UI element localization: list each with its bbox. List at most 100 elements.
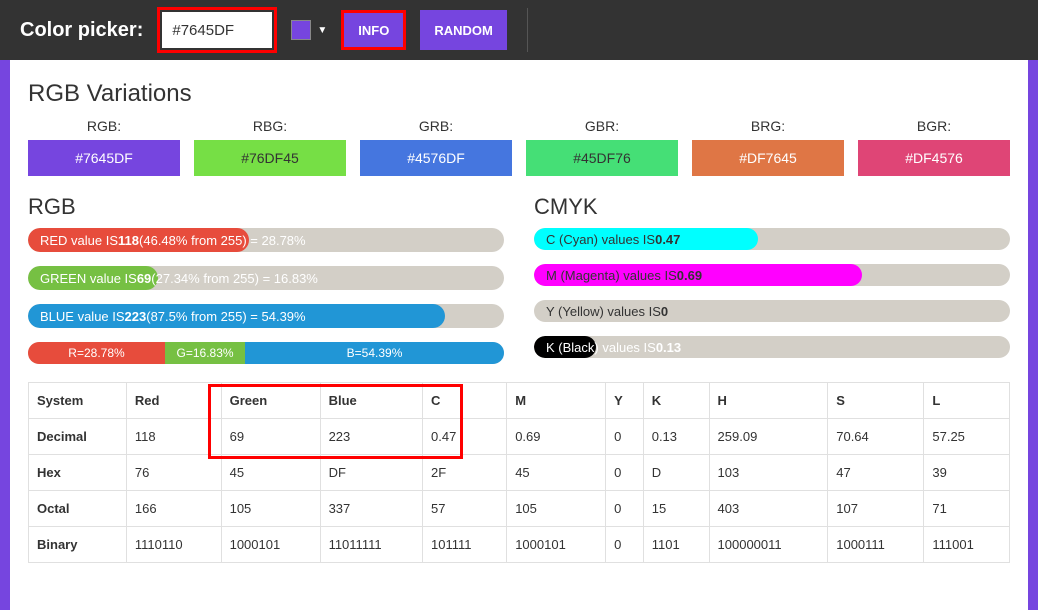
table-cell: 107 — [828, 491, 924, 527]
variation-rgb: RGB: #7645DF — [28, 118, 180, 176]
table-cell: 2F — [423, 455, 507, 491]
table-header: Green — [221, 383, 320, 419]
rgb-composite-bar: R=28.78%G=16.83%B=54.39% — [28, 342, 504, 364]
table-cell: 45 — [507, 455, 606, 491]
table-cell: 0 — [606, 455, 644, 491]
table-cell: 11011111 — [320, 527, 422, 563]
dropdown-triangle-icon: ▼ — [317, 25, 327, 36]
table-cell: 111001 — [924, 527, 1010, 563]
variation-chip[interactable]: #DF7645 — [692, 140, 844, 176]
cmyk-bar: M (Magenta) values IS 0.69 — [534, 264, 1010, 286]
table-cell: 1000111 — [828, 527, 924, 563]
table-cell: 0 — [606, 491, 644, 527]
table-cell: 1000101 — [507, 527, 606, 563]
table-header: Red — [126, 383, 221, 419]
info-button[interactable]: INFO — [341, 10, 406, 50]
rgb-composite-segment: G=16.83% — [165, 342, 245, 364]
table-cell: 337 — [320, 491, 422, 527]
brand-label: Color picker: — [20, 19, 143, 42]
top-bar: Color picker: ▼ INFO RANDOM — [0, 0, 1038, 60]
variation-label: GBR: — [585, 118, 619, 134]
table-cell: 1110110 — [126, 527, 221, 563]
rgb-cmyk-columns: RGB RED value IS 118 (46.48% from 255) =… — [28, 194, 1010, 378]
table-row: Decimal118692230.470.6900.13259.0970.645… — [29, 419, 1010, 455]
table-cell: 403 — [709, 491, 828, 527]
table-header: S — [828, 383, 924, 419]
variation-rbg: RBG:#76DF45 — [194, 118, 346, 176]
variations-title: RGB Variations — [28, 80, 1010, 108]
table-row-header: Hex — [29, 455, 127, 491]
table-cell: 103 — [709, 455, 828, 491]
table-cell: 100000011 — [709, 527, 828, 563]
table-header: H — [709, 383, 828, 419]
variation-label: GRB: — [419, 118, 453, 134]
variation-grb: GRB: #4576DF — [360, 118, 512, 176]
table-cell: 0.69 — [507, 419, 606, 455]
table-cell: 0.13 — [643, 419, 709, 455]
variation-chip[interactable]: #45DF76 — [526, 140, 678, 176]
variation-chip[interactable]: #7645DF — [28, 140, 180, 176]
rgb-composite-segment: B=54.39% — [245, 342, 504, 364]
color-swatch-dropdown[interactable]: ▼ — [291, 20, 327, 40]
table-cell: 71 — [924, 491, 1010, 527]
random-button[interactable]: RANDOM — [420, 10, 507, 50]
table-cell: 69 — [221, 419, 320, 455]
hex-input-highlight — [157, 7, 277, 53]
variation-chip[interactable]: #4576DF — [360, 140, 512, 176]
cmyk-bar: Y (Yellow) values IS 0 — [534, 300, 1010, 322]
color-values-table: SystemRedGreenBlueCMYKHSLDecimal11869223… — [28, 382, 1010, 563]
rgb-bar: RED value IS 118 (46.48% from 255) = 28.… — [28, 228, 504, 252]
table-cell: 57 — [423, 491, 507, 527]
table-header: Y — [606, 383, 644, 419]
variation-label: BGR: — [917, 118, 951, 134]
table-cell: 0.47 — [423, 419, 507, 455]
accent-stripe-right — [1028, 60, 1038, 610]
page-frame: RGB Variations RGB:#7645DFRBG:#76DF45GRB… — [0, 60, 1038, 610]
variation-label: BRG: — [751, 118, 785, 134]
table-cell: 70.64 — [828, 419, 924, 455]
table-cell: 45 — [221, 455, 320, 491]
variation-chip[interactable]: #DF4576 — [858, 140, 1010, 176]
cmyk-bar: K (Black) values IS 0.13 — [534, 336, 1010, 358]
table-row: Hex7645DF2F450D1034739 — [29, 455, 1010, 491]
table-cell: 259.09 — [709, 419, 828, 455]
table-row: Octal1661053375710501540310771 — [29, 491, 1010, 527]
color-swatch — [291, 20, 311, 40]
table-cell: 166 — [126, 491, 221, 527]
table-cell: DF — [320, 455, 422, 491]
table-cell: 39 — [924, 455, 1010, 491]
table-cell: 1000101 — [221, 527, 320, 563]
variation-gbr: GBR: #45DF76 — [526, 118, 678, 176]
variation-label: RGB: — [87, 118, 121, 134]
table-header: L — [924, 383, 1010, 419]
hex-input[interactable] — [162, 12, 272, 48]
table-row: Binary1110110100010111011111101111100010… — [29, 527, 1010, 563]
table-cell: 0 — [606, 527, 644, 563]
rgb-bar: BLUE value IS 223 (87.5% from 255) = 54.… — [28, 304, 504, 328]
table-cell: D — [643, 455, 709, 491]
table-row-header: Decimal — [29, 419, 127, 455]
table-cell: 15 — [643, 491, 709, 527]
table-cell: 1101 — [643, 527, 709, 563]
table-cell: 57.25 — [924, 419, 1010, 455]
cmyk-column: CMYK C (Cyan) values IS 0.47M (Magenta) … — [534, 194, 1010, 378]
table-cell: 118 — [126, 419, 221, 455]
rgb-bar: GREEN value IS 69 (27.34% from 255) = 16… — [28, 266, 504, 290]
table-cell: 0 — [606, 419, 644, 455]
content-area: RGB Variations RGB:#7645DFRBG:#76DF45GRB… — [10, 60, 1028, 610]
table-header: System — [29, 383, 127, 419]
variation-bgr: BGR: #DF4576 — [858, 118, 1010, 176]
variation-chip[interactable]: #76DF45 — [194, 140, 346, 176]
table-row-header: Binary — [29, 527, 127, 563]
table-header: M — [507, 383, 606, 419]
rgb-title: RGB — [28, 194, 504, 220]
table-header: K — [643, 383, 709, 419]
toolbar-divider — [527, 8, 528, 52]
table-cell: 76 — [126, 455, 221, 491]
variation-brg: BRG: #DF7645 — [692, 118, 844, 176]
table-cell: 101111 — [423, 527, 507, 563]
cmyk-bar: C (Cyan) values IS 0.47 — [534, 228, 1010, 250]
variations-row: RGB: #7645DF RBG:#76DF45 GRB: #4576DF GBR: #45… — [28, 118, 1010, 176]
rgb-column: RGB RED value IS 118 (46.48% from 255) =… — [28, 194, 504, 378]
table-header: Blue — [320, 383, 422, 419]
